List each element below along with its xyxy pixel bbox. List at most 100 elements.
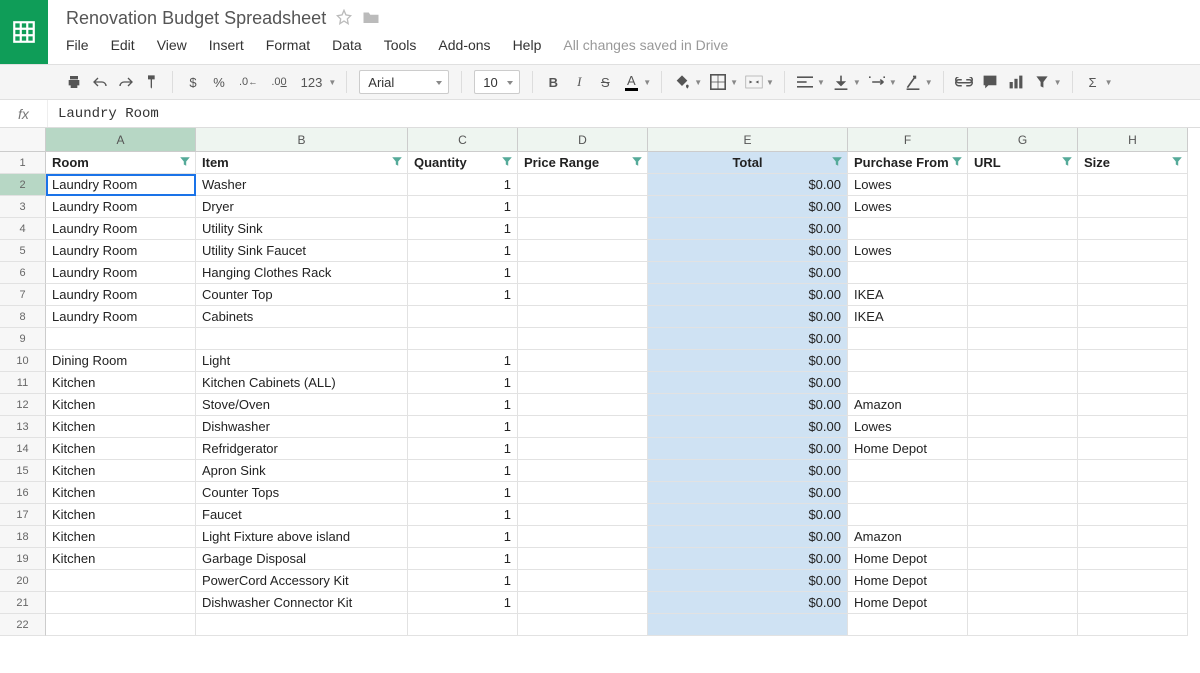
- menu-help[interactable]: Help: [513, 37, 542, 53]
- cell[interactable]: Kitchen: [46, 460, 196, 482]
- cell[interactable]: Home Depot: [848, 592, 968, 614]
- number-format-button[interactable]: 123: [295, 69, 329, 95]
- cell[interactable]: [1078, 460, 1188, 482]
- cell[interactable]: [1078, 196, 1188, 218]
- cell[interactable]: 1: [408, 592, 518, 614]
- cell[interactable]: 1: [408, 218, 518, 240]
- row-header[interactable]: 8: [0, 306, 46, 328]
- cell[interactable]: [968, 174, 1078, 196]
- cell[interactable]: Hanging Clothes Rack: [196, 262, 408, 284]
- cell[interactable]: Amazon: [848, 526, 968, 548]
- row-header[interactable]: 20: [0, 570, 46, 592]
- cell[interactable]: [968, 394, 1078, 416]
- cell[interactable]: Laundry Room: [46, 262, 196, 284]
- col-header-g[interactable]: G: [968, 128, 1078, 152]
- cell[interactable]: [518, 328, 648, 350]
- cell[interactable]: $0.00: [648, 526, 848, 548]
- cell[interactable]: [518, 614, 648, 636]
- col-header-e[interactable]: E: [648, 128, 848, 152]
- cell[interactable]: [968, 614, 1078, 636]
- row-header[interactable]: 14: [0, 438, 46, 460]
- cell[interactable]: [968, 262, 1078, 284]
- cell[interactable]: $0.00: [648, 174, 848, 196]
- cell[interactable]: $0.00: [648, 196, 848, 218]
- row-header[interactable]: 2: [0, 174, 46, 196]
- header-cell-e[interactable]: Total: [648, 152, 848, 174]
- header-cell-f[interactable]: Purchase From: [848, 152, 968, 174]
- cell[interactable]: 1: [408, 482, 518, 504]
- cell[interactable]: [968, 592, 1078, 614]
- cell[interactable]: [518, 394, 648, 416]
- cell[interactable]: [408, 328, 518, 350]
- cell[interactable]: Dishwasher Connector Kit: [196, 592, 408, 614]
- row-header[interactable]: 11: [0, 372, 46, 394]
- cell[interactable]: $0.00: [648, 218, 848, 240]
- cell[interactable]: [518, 196, 648, 218]
- font-size-select[interactable]: 10: [474, 70, 520, 94]
- filter-toggle-icon[interactable]: [831, 155, 843, 170]
- horizontal-align-icon[interactable]: [793, 69, 817, 95]
- cell[interactable]: [648, 614, 848, 636]
- text-color-button[interactable]: A: [619, 69, 643, 95]
- row-header[interactable]: 5: [0, 240, 46, 262]
- cell[interactable]: [518, 592, 648, 614]
- font-select[interactable]: Arial: [359, 70, 449, 94]
- cell[interactable]: 1: [408, 196, 518, 218]
- col-header-f[interactable]: F: [848, 128, 968, 152]
- cell[interactable]: Laundry Room: [46, 174, 196, 196]
- cell[interactable]: Cabinets: [196, 306, 408, 328]
- cell[interactable]: [1078, 592, 1188, 614]
- cell[interactable]: [518, 174, 648, 196]
- cell[interactable]: [196, 328, 408, 350]
- cell[interactable]: [1078, 240, 1188, 262]
- strikethrough-button[interactable]: S: [593, 69, 617, 95]
- cell[interactable]: [1078, 284, 1188, 306]
- cell[interactable]: [848, 614, 968, 636]
- cell[interactable]: $0.00: [648, 240, 848, 262]
- cell[interactable]: [848, 262, 968, 284]
- cell[interactable]: Laundry Room: [46, 240, 196, 262]
- cell[interactable]: Laundry Room: [46, 218, 196, 240]
- cell[interactable]: [1078, 614, 1188, 636]
- cell[interactable]: 1: [408, 504, 518, 526]
- cell[interactable]: 1: [408, 460, 518, 482]
- filter-toggle-icon[interactable]: [1171, 155, 1183, 170]
- header-cell-a[interactable]: Room: [46, 152, 196, 174]
- cell[interactable]: [518, 306, 648, 328]
- cell[interactable]: [518, 504, 648, 526]
- cell[interactable]: [968, 350, 1078, 372]
- cell[interactable]: 1: [408, 262, 518, 284]
- row-header[interactable]: 21: [0, 592, 46, 614]
- cell[interactable]: [1078, 416, 1188, 438]
- cell[interactable]: $0.00: [648, 350, 848, 372]
- cell[interactable]: IKEA: [848, 306, 968, 328]
- cell[interactable]: Lowes: [848, 174, 968, 196]
- menu-data[interactable]: Data: [332, 37, 362, 53]
- percent-button[interactable]: %: [207, 69, 231, 95]
- row-header[interactable]: 7: [0, 284, 46, 306]
- cell[interactable]: $0.00: [648, 328, 848, 350]
- cell[interactable]: Kitchen: [46, 504, 196, 526]
- cell[interactable]: [968, 504, 1078, 526]
- cell[interactable]: Lowes: [848, 240, 968, 262]
- cell[interactable]: [518, 372, 648, 394]
- row-header[interactable]: 18: [0, 526, 46, 548]
- functions-button[interactable]: Σ: [1081, 69, 1105, 95]
- filter-icon[interactable]: [1030, 69, 1054, 95]
- cell[interactable]: [968, 196, 1078, 218]
- cell[interactable]: [848, 460, 968, 482]
- cell[interactable]: Counter Tops: [196, 482, 408, 504]
- cell[interactable]: [518, 438, 648, 460]
- cell[interactable]: 1: [408, 416, 518, 438]
- cell[interactable]: $0.00: [648, 482, 848, 504]
- cell[interactable]: [968, 328, 1078, 350]
- cell[interactable]: [518, 460, 648, 482]
- cell[interactable]: Washer: [196, 174, 408, 196]
- cell[interactable]: [1078, 350, 1188, 372]
- cell[interactable]: [1078, 306, 1188, 328]
- cell[interactable]: 1: [408, 350, 518, 372]
- cell[interactable]: Lowes: [848, 196, 968, 218]
- cell[interactable]: [848, 372, 968, 394]
- cell[interactable]: Kitchen: [46, 548, 196, 570]
- cell[interactable]: Laundry Room: [46, 306, 196, 328]
